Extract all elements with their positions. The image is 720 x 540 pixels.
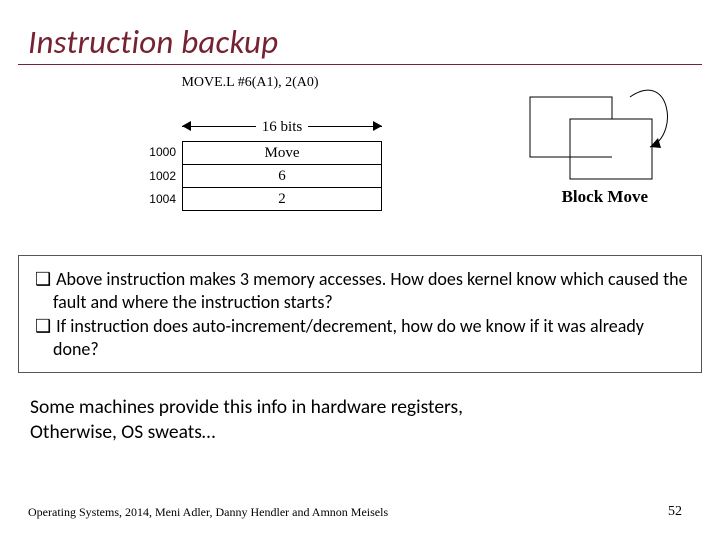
bullet-1-text: Above instruction makes 3 memory accesse… — [53, 268, 688, 313]
addr-1004: 1004 — [134, 192, 176, 206]
footer-credits: Operating Systems, 2014, Meni Adler, Dan… — [28, 505, 388, 520]
page-number: 52 — [668, 504, 682, 520]
block-move-label: Block Move — [562, 187, 648, 207]
footnote: Some machines provide this info in hardw… — [30, 395, 690, 446]
memory-table: Move 6 2 — [182, 141, 382, 211]
bit-width-arrow: 16 bits — [182, 117, 382, 136]
cell-6: 6 — [183, 165, 382, 188]
block-move-diagram — [520, 75, 680, 185]
diagram-area: MOVE.L #6(A1), 2(A0) 16 bits 1000 1002 1… — [0, 75, 720, 255]
table-row: 6 — [183, 165, 382, 188]
cell-move: Move — [183, 142, 382, 165]
addr-1002: 1002 — [134, 169, 176, 183]
arrow-right-icon — [373, 121, 382, 131]
addr-1000: 1000 — [134, 145, 176, 159]
page-title: Instruction backup — [0, 0, 720, 64]
footnote-line-1: Some machines provide this info in hardw… — [30, 395, 690, 420]
table-row: 2 — [183, 188, 382, 211]
title-underline — [18, 64, 702, 65]
footnote-line-2: Otherwise, OS sweats… — [30, 420, 690, 445]
bullet-2-text: If instruction does auto-increment/decre… — [53, 315, 644, 360]
bullet-box: ❑ Above instruction makes 3 memory acces… — [18, 255, 702, 373]
bullet-1: ❑ Above instruction makes 3 memory acces… — [29, 268, 691, 313]
arrow-left-icon — [182, 121, 191, 131]
cell-2: 2 — [183, 188, 382, 211]
table-row: Move — [183, 142, 382, 165]
bullet-2: ❑ If instruction does auto-increment/dec… — [29, 315, 691, 360]
bit-width-label: 16 bits — [256, 119, 308, 136]
